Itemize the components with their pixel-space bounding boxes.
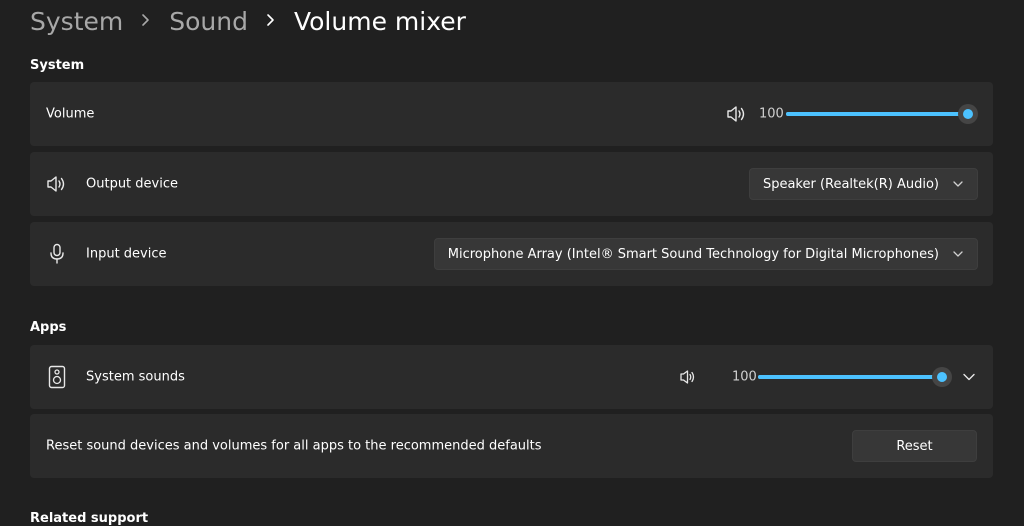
reset-card: Reset sound devices and volumes for all … xyxy=(30,414,993,478)
breadcrumb: System Sound Volume mixer xyxy=(30,2,466,40)
slider-fill xyxy=(786,112,968,116)
output-device-selected: Speaker (Realtek(R) Audio) xyxy=(762,176,939,192)
input-device-selected: Microphone Array (Intel® Smart Sound Tec… xyxy=(447,246,939,262)
section-heading-related-support: Related support xyxy=(30,511,149,526)
output-device-dropdown[interactable]: Speaker (Realtek(R) Audio) xyxy=(748,168,978,200)
speaker-icon xyxy=(46,174,68,194)
volume-card: Volume 100 xyxy=(30,82,993,146)
section-heading-apps: Apps xyxy=(30,320,67,335)
chevron-right-icon xyxy=(266,11,276,32)
system-sounds-value: 100 xyxy=(732,369,757,385)
reset-button-label: Reset xyxy=(896,438,933,454)
input-device-label: Input device xyxy=(86,246,167,262)
volume-slider[interactable] xyxy=(786,104,978,124)
slider-thumb[interactable] xyxy=(958,104,978,124)
input-device-dropdown[interactable]: Microphone Array (Intel® Smart Sound Tec… xyxy=(433,238,978,270)
speaker-icon[interactable] xyxy=(726,104,748,124)
chevron-right-icon xyxy=(141,11,151,32)
system-sounds-label: System sounds xyxy=(86,369,185,385)
system-sounds-slider[interactable] xyxy=(758,367,952,387)
volume-value: 100 xyxy=(759,106,784,122)
output-device-card: Output device Speaker (Realtek(R) Audio) xyxy=(30,152,993,216)
microphone-icon xyxy=(48,243,66,265)
chevron-down-icon xyxy=(953,251,963,257)
volume-label: Volume xyxy=(46,106,95,122)
chevron-down-icon[interactable] xyxy=(961,369,977,385)
breadcrumb-sound[interactable]: Sound xyxy=(169,7,248,36)
slider-thumb[interactable] xyxy=(932,367,952,387)
page-title: Volume mixer xyxy=(293,6,466,36)
input-device-card: Input device Microphone Array (Intel® Sm… xyxy=(30,222,993,286)
output-device-label: Output device xyxy=(86,176,178,192)
chevron-down-icon xyxy=(953,181,963,187)
speaker-icon[interactable] xyxy=(679,368,697,386)
device-speaker-icon xyxy=(47,364,67,390)
breadcrumb-system[interactable]: System xyxy=(30,7,123,36)
reset-button[interactable]: Reset xyxy=(852,430,977,462)
slider-fill xyxy=(758,375,942,379)
reset-description: Reset sound devices and volumes for all … xyxy=(46,438,542,454)
system-sounds-card: System sounds 100 xyxy=(30,345,993,409)
section-heading-system: System xyxy=(30,58,85,73)
